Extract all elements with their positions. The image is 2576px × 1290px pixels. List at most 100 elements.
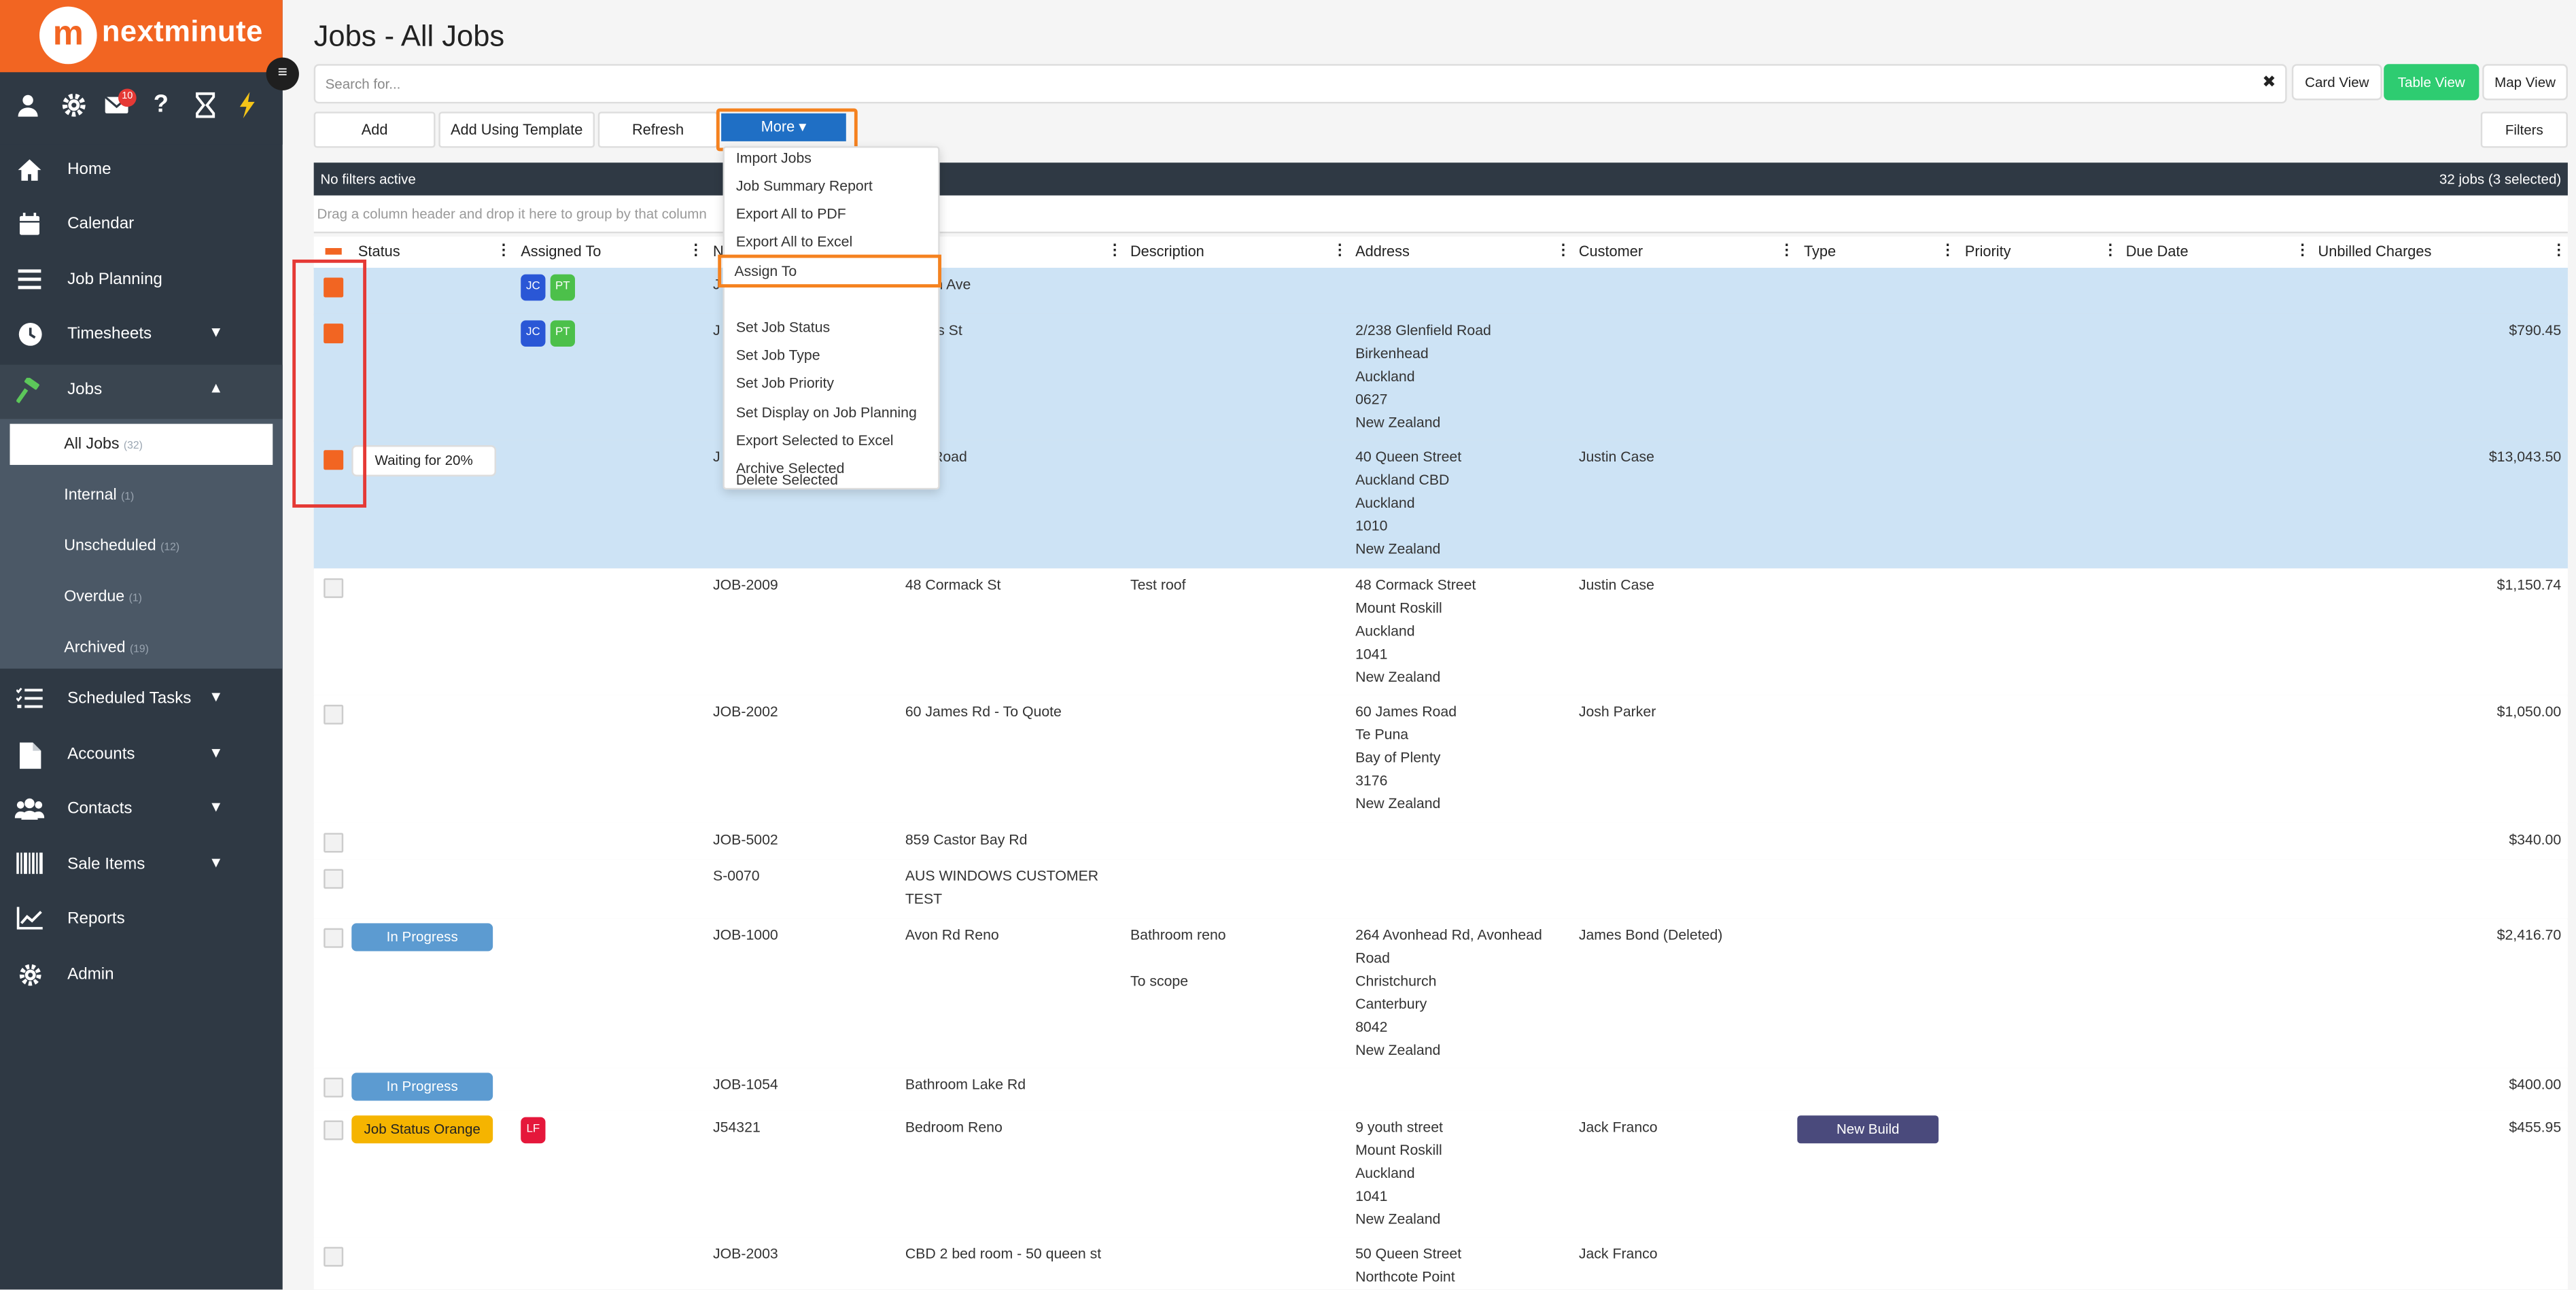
nav-timesheets[interactable]: Timesheets ▼ bbox=[0, 309, 283, 363]
menu-item-set-job-type[interactable]: Set Job Type bbox=[736, 347, 820, 363]
assignee-avatar[interactable]: PT bbox=[550, 274, 575, 301]
refresh-button[interactable]: Refresh bbox=[597, 111, 718, 148]
menu-item-delete-selected[interactable]: Delete Selected bbox=[736, 472, 838, 488]
sidebar-toggle-button[interactable]: ≡ bbox=[266, 57, 299, 90]
table-row[interactable]: JOB-5002 859 Castor Bay Rd $340.00 bbox=[313, 822, 2568, 861]
status-badge[interactable]: In Progress bbox=[351, 923, 493, 952]
column-menu-icon[interactable]: ⋮ bbox=[2552, 241, 2566, 260]
nav-sale-items[interactable]: Sale Items ▼ bbox=[0, 839, 283, 894]
column-header-priority[interactable]: Priority bbox=[1965, 243, 2011, 260]
table-row[interactable]: JOB-2003 CBD 2 bed room - 50 queen st 50 Q… bbox=[313, 1237, 2568, 1290]
hourglass-icon[interactable] bbox=[192, 92, 219, 118]
lightning-icon[interactable] bbox=[235, 92, 262, 119]
select-all-checkbox[interactable] bbox=[325, 247, 342, 255]
menu-item-set-display-job-planning[interactable]: Set Display on Job Planning bbox=[736, 404, 917, 421]
table-row[interactable]: S-0070 AUS WINDOWS CUSTOMER TEST bbox=[313, 859, 2568, 920]
menu-item-export-all-pdf[interactable]: Export All to PDF bbox=[736, 205, 846, 222]
nav-job-planning[interactable]: Job Planning bbox=[0, 255, 283, 309]
column-header-type[interactable]: Type bbox=[1804, 243, 1836, 260]
job-number: JOB-2002 bbox=[713, 703, 778, 720]
column-menu-icon[interactable]: ⋮ bbox=[496, 241, 511, 260]
column-menu-icon[interactable]: ⋮ bbox=[689, 241, 703, 260]
job-type-badge: New Build bbox=[1797, 1115, 1939, 1144]
subnav-unscheduled[interactable]: Unscheduled (12) bbox=[0, 525, 283, 566]
status-badge[interactable]: In Progress bbox=[351, 1073, 493, 1101]
menu-item-export-all-excel[interactable]: Export All to Excel bbox=[736, 233, 852, 249]
menu-item-import-jobs[interactable]: Import Jobs bbox=[736, 150, 812, 166]
row-checkbox[interactable] bbox=[324, 1077, 344, 1098]
filters-button[interactable]: Filters bbox=[2480, 111, 2568, 148]
nav-reports[interactable]: Reports bbox=[0, 894, 283, 948]
row-checkbox[interactable] bbox=[324, 578, 344, 598]
job-customer: James Bond (Deleted) bbox=[1578, 926, 1723, 943]
chevron-down-icon: ▼ bbox=[208, 798, 224, 815]
assignee-avatar[interactable]: JC bbox=[521, 274, 546, 301]
status-badge[interactable]: Waiting for 20% bbox=[351, 445, 496, 476]
table-row[interactable]: JCPTJueens St2/238 Glenfield Road Birken… bbox=[313, 313, 2568, 442]
help-icon[interactable]: ? bbox=[148, 91, 175, 118]
subnav-internal[interactable]: Internal (1) bbox=[0, 475, 283, 516]
column-menu-icon[interactable]: ⋮ bbox=[1556, 241, 1571, 260]
map-view-button[interactable]: Map View bbox=[2482, 64, 2568, 101]
assignee-avatar[interactable]: PT bbox=[550, 320, 575, 347]
menu-item-set-job-priority[interactable]: Set Job Priority bbox=[736, 374, 834, 391]
nav-contacts[interactable]: Contacts ▼ bbox=[0, 784, 283, 838]
nav-scheduled-tasks[interactable]: Scheduled Tasks ▼ bbox=[0, 674, 283, 728]
assignee-avatar[interactable]: JC bbox=[521, 320, 546, 347]
subnav-overdue[interactable]: Overdue (1) bbox=[0, 576, 283, 617]
column-header-customer[interactable]: Customer bbox=[1579, 243, 1643, 260]
group-drop-zone[interactable]: Drag a column header and drop it here to… bbox=[313, 195, 2568, 234]
user-icon[interactable] bbox=[15, 92, 41, 118]
column-menu-icon[interactable]: ⋮ bbox=[1779, 241, 1794, 260]
column-menu-icon[interactable]: ⋮ bbox=[1332, 241, 1347, 260]
clear-search-icon[interactable]: ✖ bbox=[2262, 74, 2276, 92]
subnav-archived[interactable]: Archived (19) bbox=[0, 627, 283, 668]
subnav-all-jobs[interactable]: All Jobs (32) bbox=[10, 423, 273, 466]
settings-icon[interactable] bbox=[60, 92, 87, 118]
table-view-button[interactable]: Table View bbox=[2384, 64, 2479, 101]
table-row[interactable]: JCPTJckson Ave bbox=[313, 267, 2568, 316]
menu-item-job-summary-report[interactable]: Job Summary Report bbox=[736, 177, 873, 194]
subnav-label: Unscheduled bbox=[64, 537, 156, 555]
column-header-address[interactable]: Address bbox=[1355, 243, 1410, 260]
job-customer: Jack Franco bbox=[1578, 1119, 1658, 1136]
table-row[interactable]: In Progress JOB-1054 Bathroom Lake Rd $400.… bbox=[313, 1068, 2568, 1113]
row-checkbox[interactable] bbox=[324, 1120, 344, 1140]
nav-admin[interactable]: Admin bbox=[0, 949, 283, 1004]
status-badge[interactable]: Job Status Orange bbox=[351, 1115, 493, 1144]
row-checkbox[interactable] bbox=[324, 869, 344, 889]
more-button[interactable]: More ▾ bbox=[721, 113, 846, 141]
nav-accounts[interactable]: Accounts ▼ bbox=[0, 729, 283, 784]
nav-home[interactable]: Home bbox=[0, 145, 283, 199]
add-button[interactable]: Add bbox=[313, 111, 436, 148]
assignee-avatar[interactable]: LF bbox=[521, 1117, 546, 1144]
table-row[interactable]: In Progress JOB-1000 Avon Rd Reno Bathroom … bbox=[313, 918, 2568, 1070]
table-row[interactable]: JOB-2009 48 Cormack St Test roof 48 Cormack… bbox=[313, 568, 2568, 697]
column-menu-icon[interactable]: ⋮ bbox=[2295, 241, 2310, 260]
table-row[interactable]: JOB-2002 60 James Rd - To Quote 60 James R… bbox=[313, 695, 2568, 825]
job-description: Bathroom reno To scope bbox=[1130, 926, 1226, 989]
logo[interactable]: m nextminute bbox=[0, 0, 283, 73]
card-view-button[interactable]: Card View bbox=[2291, 64, 2382, 101]
row-checkbox[interactable] bbox=[324, 704, 344, 725]
add-using-template-button[interactable]: Add Using Template bbox=[438, 111, 595, 148]
tasks-icon bbox=[15, 686, 45, 713]
table-row[interactable]: Job Status Orange LF J54321 Bedroom Reno 9 y… bbox=[313, 1110, 2568, 1239]
column-header-unbilled[interactable]: Unbilled Charges bbox=[2318, 243, 2432, 260]
column-menu-icon[interactable]: ⋮ bbox=[1107, 241, 1122, 260]
menu-item-set-job-status[interactable]: Set Job Status bbox=[736, 319, 830, 335]
table-row[interactable]: Waiting for 20%Jake Road40 Queen Street … bbox=[313, 440, 2568, 570]
nav-jobs[interactable]: Jobs ▲ bbox=[0, 364, 283, 419]
column-header-description[interactable]: Description bbox=[1130, 243, 1204, 260]
row-checkbox[interactable] bbox=[324, 833, 344, 853]
column-header-assigned[interactable]: Assigned To bbox=[521, 243, 601, 260]
nav-calendar[interactable]: Calendar bbox=[0, 198, 283, 253]
column-menu-icon[interactable]: ⋮ bbox=[2103, 241, 2118, 260]
row-checkbox[interactable] bbox=[324, 928, 344, 948]
row-checkbox[interactable] bbox=[324, 1247, 344, 1267]
column-header-due-date[interactable]: Due Date bbox=[2126, 243, 2189, 260]
column-header-status[interactable]: Status bbox=[358, 243, 400, 260]
column-menu-icon[interactable]: ⋮ bbox=[1940, 241, 1955, 260]
menu-item-export-selected-excel[interactable]: Export Selected to Excel bbox=[736, 432, 894, 449]
search-input[interactable]: Search for... ✖ bbox=[313, 64, 2287, 104]
